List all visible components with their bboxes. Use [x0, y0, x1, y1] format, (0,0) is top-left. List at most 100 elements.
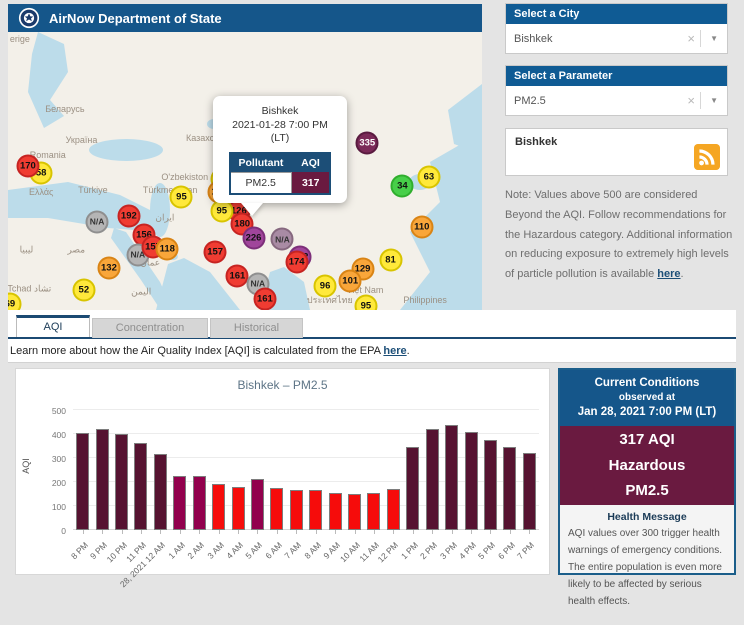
popup-aqi-value: 317 — [291, 172, 330, 194]
map-label: erige — [10, 34, 30, 44]
chart-bar — [212, 484, 225, 530]
chart-x-tick — [160, 530, 161, 534]
chart-x-tick — [413, 530, 414, 534]
app-header: AirNow Department of State — [8, 4, 482, 32]
aqi-marker[interactable]: N/A — [271, 228, 294, 251]
chart-bar — [173, 476, 186, 530]
city-clear-icon[interactable]: × — [687, 31, 695, 46]
map-label: ليبيا — [20, 244, 34, 255]
chart-x-tick — [83, 530, 84, 534]
chart-x-tick — [199, 530, 200, 534]
map-label: Philippines — [403, 295, 447, 305]
cc-aqi-block: 317 AQI Hazardous PM2.5 — [560, 426, 734, 505]
app-title: AirNow Department of State — [49, 11, 222, 26]
map-label: Türkiye — [78, 185, 108, 195]
note-text: Note: Values above 500 are considered Be… — [505, 189, 732, 280]
aqi-marker[interactable]: 63 — [417, 165, 440, 188]
beyond-aqi-note: Note: Values above 500 are considered Be… — [505, 186, 733, 285]
chart-bar — [115, 434, 128, 530]
tab-bar: AQIConcentrationHistorical — [16, 315, 303, 338]
chart-bar — [193, 476, 206, 530]
chart-x-tick — [452, 530, 453, 534]
cc-health-message-text: AQI values over 300 trigger health warni… — [560, 525, 734, 610]
current-conditions-panel: Current Conditions observed at Jan 28, 2… — [558, 368, 736, 575]
rss-icon[interactable] — [694, 144, 720, 170]
chart-x-tick — [296, 530, 297, 534]
chart-bar — [329, 493, 342, 530]
aqi-marker[interactable]: 170 — [16, 154, 39, 177]
aqi-marker[interactable]: 226 — [242, 226, 265, 249]
aqi-marker[interactable]: 95 — [210, 200, 233, 223]
chart-x-tick — [393, 530, 394, 534]
chart-x-tick — [355, 530, 356, 534]
chart-bar — [523, 453, 536, 530]
aqi-marker[interactable]: 157 — [204, 241, 227, 264]
note-here-link[interactable]: here — [657, 268, 680, 280]
aqi-marker[interactable]: 335 — [356, 132, 379, 155]
aqi-marker[interactable]: 161 — [253, 288, 276, 310]
chart-x-tick — [238, 530, 239, 534]
aqi-marker[interactable]: 110 — [410, 215, 433, 238]
chart-bar — [484, 440, 497, 530]
aqi-marker[interactable]: 96 — [314, 274, 337, 297]
parameter-dropdown-caret-icon[interactable]: ▼ — [710, 96, 718, 105]
current-conditions-header: Current Conditions observed at Jan 28, 2… — [560, 370, 734, 426]
aqi-marker[interactable]: 192 — [117, 205, 140, 228]
chart-x-tick — [374, 530, 375, 534]
chart-x-tick — [257, 530, 258, 534]
city-select-value: Bishkek — [514, 33, 553, 45]
aqi-marker[interactable]: 101 — [339, 269, 362, 292]
learn-more-here-link[interactable]: here — [383, 345, 406, 357]
aqi-marker[interactable]: 81 — [379, 249, 402, 272]
city-dropdown-caret-icon[interactable]: ▼ — [710, 34, 718, 43]
chart-y-axis-label: AQI — [21, 458, 31, 474]
chart-bar — [503, 447, 516, 530]
cc-health-message-title: Health Message — [560, 511, 734, 523]
aqi-map[interactable]: erigeБеларусьУкраїнаRomaniaΕλλάςTürkiyeل… — [8, 32, 482, 310]
map-label: مصر — [67, 244, 85, 255]
aqi-marker[interactable]: 132 — [97, 257, 120, 280]
parameter-select-divider — [700, 92, 701, 109]
parameter-select-value: PM2.5 — [514, 95, 546, 107]
learn-more-before: Learn more about how the Air Quality Ind… — [10, 345, 383, 357]
cc-aqi-value: 317 AQI — [560, 427, 734, 453]
map-label: O'zbekiston — [161, 172, 208, 182]
chart-y-tick-label: 400 — [34, 430, 66, 440]
popup-pollutant-header: Pollutant — [230, 153, 292, 173]
chart-plot-area: 8 PM9 PM10 PM11 PM28, 2021 12 AM1 AM2 AM… — [73, 410, 539, 530]
cc-title: Current Conditions — [562, 375, 732, 391]
aqi-marker[interactable]: 95 — [354, 294, 377, 310]
aqi-marker[interactable]: 34 — [391, 174, 414, 197]
aqi-marker[interactable]: 52 — [72, 278, 95, 301]
map-popup: Bishkek 2021-01-28 7:00 PM (LT) Pollutan… — [213, 96, 347, 203]
rss-feed-box: Bishkek — [505, 128, 728, 176]
chart-bar — [232, 487, 245, 530]
city-select[interactable]: Bishkek × ▼ — [506, 24, 727, 53]
chart-bar — [406, 447, 419, 530]
aqi-marker[interactable]: 118 — [156, 238, 179, 261]
chart-bar — [309, 490, 322, 530]
parameter-select[interactable]: PM2.5 × ▼ — [506, 86, 727, 115]
map-label: اليمن — [131, 286, 151, 297]
chart-x-tick — [102, 530, 103, 534]
cc-observed-at: observed at — [562, 391, 732, 404]
parameter-clear-icon[interactable]: × — [687, 93, 695, 108]
chart-x-tick — [141, 530, 142, 534]
chart-x-tick — [490, 530, 491, 534]
aqi-marker[interactable]: 95 — [170, 185, 193, 208]
chart-x-tick — [122, 530, 123, 534]
tab-aqi[interactable]: AQI — [16, 315, 90, 337]
map-label: Україна — [66, 135, 98, 145]
cc-aqi-pollutant: PM2.5 — [560, 478, 734, 504]
chart-gridline — [73, 409, 539, 410]
city-select-divider — [700, 30, 701, 47]
map-label: ايران — [155, 213, 174, 224]
chart-bar — [387, 489, 400, 530]
chart-x-tick — [219, 530, 220, 534]
tab-historical[interactable]: Historical — [210, 318, 303, 338]
popup-timezone: (LT) — [219, 132, 341, 146]
aqi-marker[interactable]: N/A — [86, 210, 109, 233]
tab-concentration[interactable]: Concentration — [92, 318, 208, 338]
aqi-marker[interactable]: 174 — [285, 250, 308, 273]
chart-bar — [251, 479, 264, 530]
